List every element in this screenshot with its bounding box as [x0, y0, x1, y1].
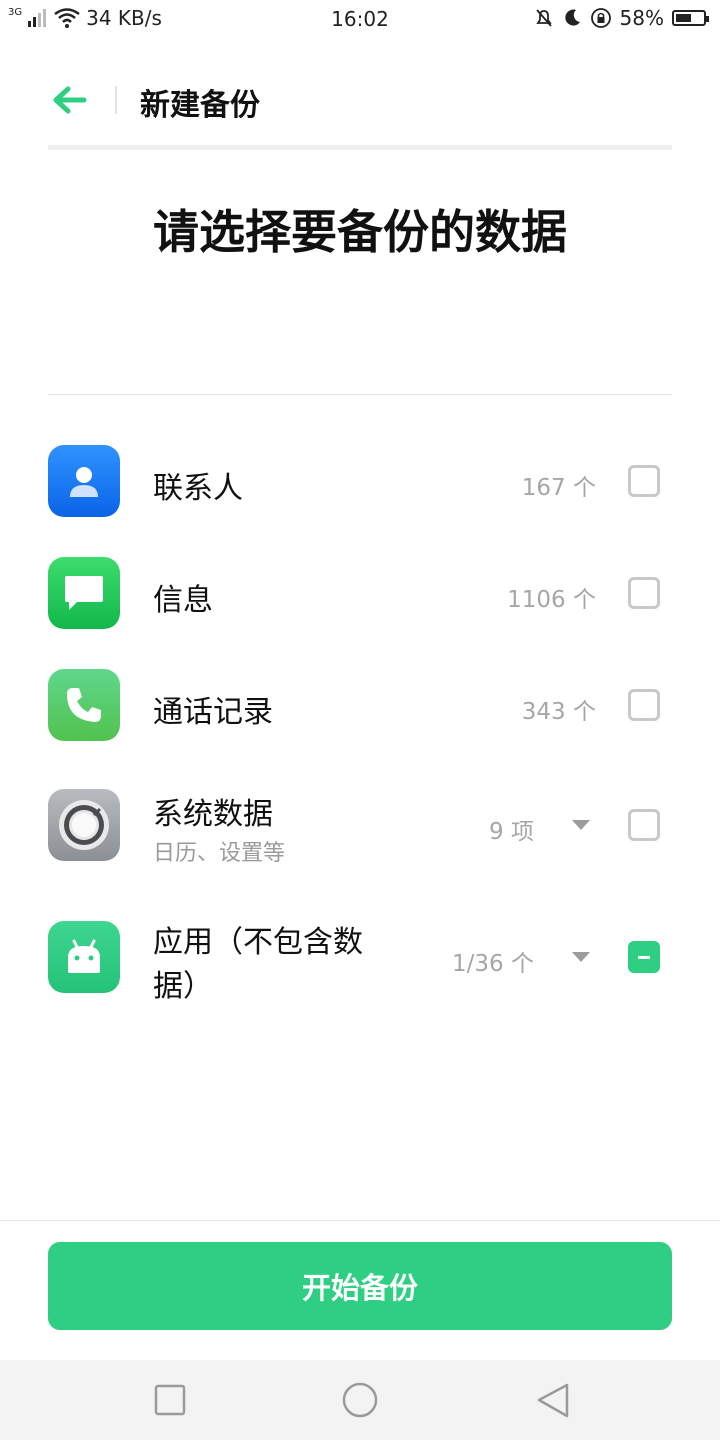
status-bar: 3G 34 KB/s 16:02 58%	[0, 0, 720, 38]
moon-icon	[564, 9, 580, 26]
list-separator	[48, 394, 672, 395]
back-nav-button[interactable]	[534, 1382, 574, 1426]
item-count: 1/36 个	[452, 951, 534, 977]
navigation-bar	[0, 1360, 720, 1440]
item-checkbox-partial[interactable]	[628, 941, 660, 973]
partial-dash-icon	[638, 956, 650, 959]
message-icon	[48, 557, 120, 629]
back-arrow-icon	[53, 86, 87, 114]
header-title: 新建备份	[140, 88, 260, 123]
item-checkbox[interactable]	[628, 809, 660, 841]
list-item-contacts[interactable]: 联系人 167 个	[0, 433, 720, 529]
battery-fill	[676, 14, 691, 22]
battery-percent: 58%	[619, 6, 664, 30]
item-checkbox[interactable]	[628, 689, 660, 721]
settings-icon	[48, 789, 120, 861]
list-item-messages[interactable]: 信息 1106 个	[0, 545, 720, 641]
expand-arrow-icon[interactable]	[572, 952, 590, 962]
item-count: 9 项	[489, 819, 534, 845]
contact-icon	[48, 445, 120, 517]
expand-arrow-icon[interactable]	[572, 820, 590, 830]
header-separator	[48, 145, 672, 150]
mute-bell-icon	[535, 9, 552, 27]
android-icon	[48, 921, 120, 993]
item-count: 1106 个	[507, 587, 596, 613]
page-title: 请选择要备份的数据	[153, 205, 567, 259]
item-count: 167 个	[521, 475, 596, 501]
item-label: 联系人	[153, 471, 243, 506]
list-item-apps[interactable]: 应用（不包含数 据） 1/36 个	[0, 909, 720, 1009]
recents-button[interactable]	[152, 1382, 188, 1422]
circle-icon	[342, 1382, 378, 1418]
item-label-line2: 据）	[153, 969, 213, 1004]
item-label: 系统数据	[153, 797, 273, 832]
status-right: 58%	[534, 6, 709, 30]
back-button[interactable]	[50, 82, 90, 118]
battery-icon	[672, 10, 709, 26]
list-item-system-data[interactable]: 系统数据 日历、设置等 9 项	[0, 777, 720, 873]
item-label: 应用（不包含数	[153, 925, 363, 960]
item-label: 通话记录	[153, 695, 273, 730]
header-bar: 新建备份	[0, 60, 720, 140]
rotation-lock-icon	[590, 8, 611, 28]
item-count: 343 个	[521, 699, 596, 725]
header-divider	[115, 86, 117, 114]
item-label: 信息	[153, 583, 213, 618]
home-button[interactable]	[340, 1382, 380, 1426]
battery-tip	[706, 16, 709, 22]
square-icon	[154, 1384, 186, 1416]
list-item-call-log[interactable]: 通话记录 343 个	[0, 657, 720, 753]
item-checkbox[interactable]	[628, 465, 660, 497]
item-checkbox[interactable]	[628, 577, 660, 609]
item-subtitle: 日历、设置等	[153, 841, 286, 866]
phone-icon	[48, 669, 120, 741]
start-backup-button[interactable]: 开始备份	[48, 1242, 672, 1330]
triangle-back-icon	[537, 1383, 569, 1418]
bottom-separator	[0, 1220, 720, 1221]
